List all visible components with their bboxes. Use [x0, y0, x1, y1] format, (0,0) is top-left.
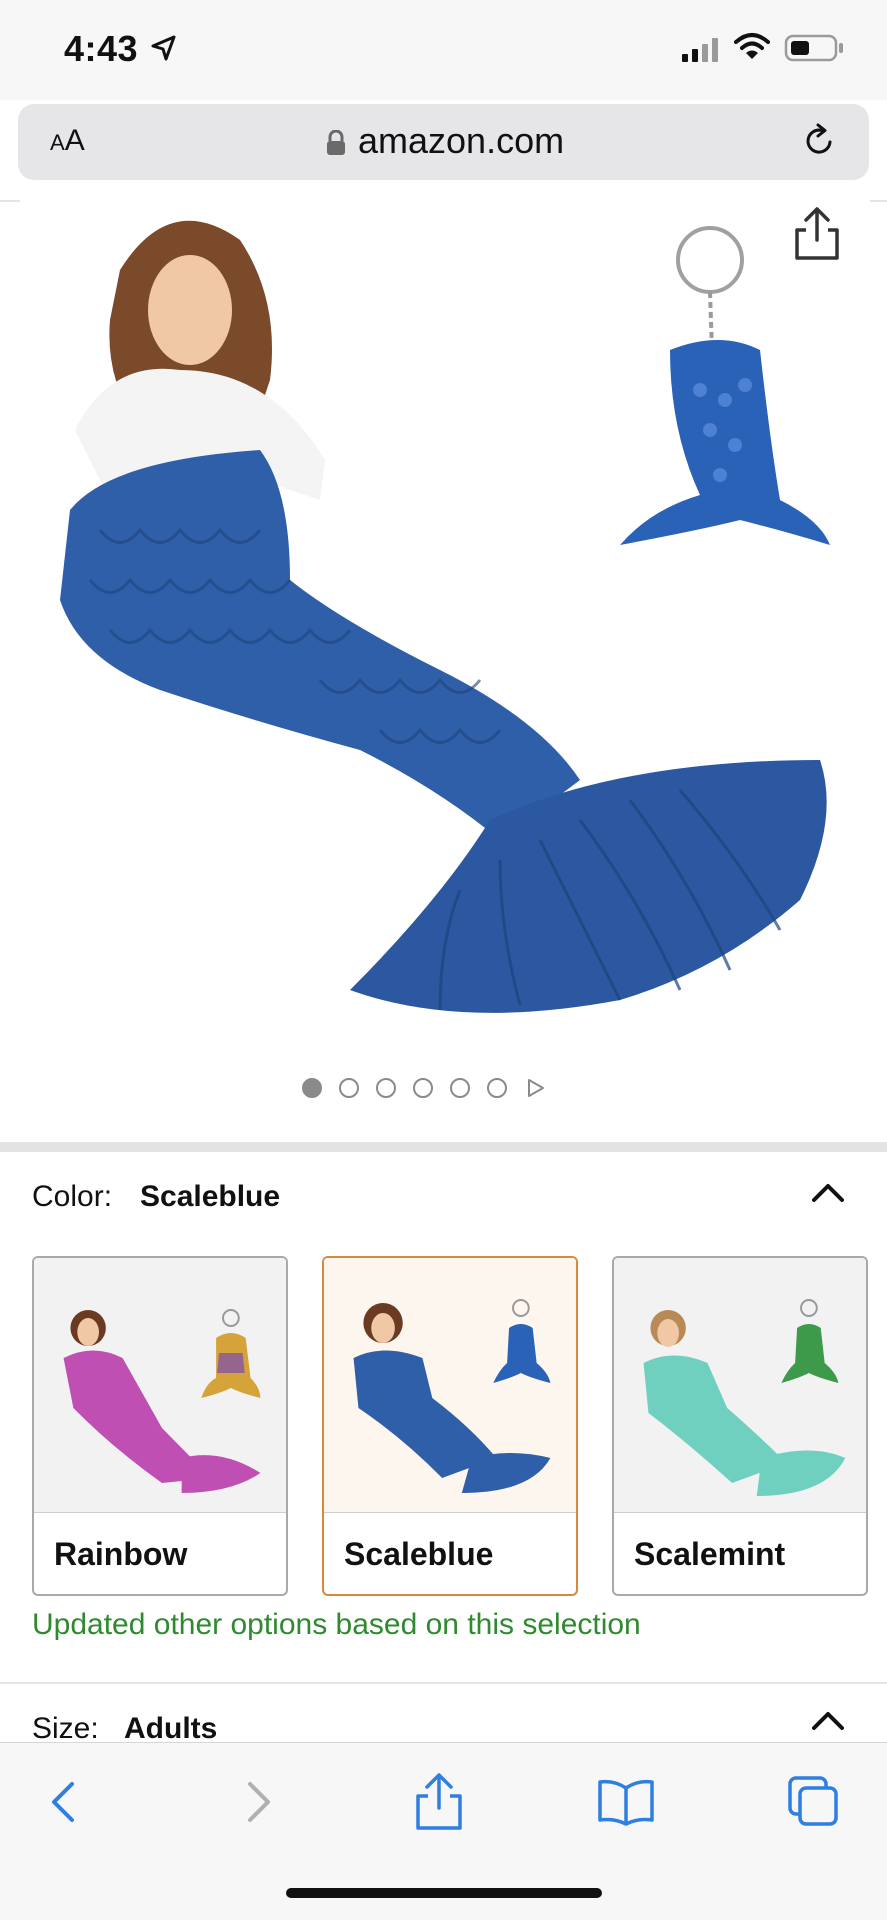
color-option-scaleblue[interactable]: Scaleblue	[322, 1256, 578, 1596]
color-option-label: Scaleblue	[344, 1536, 494, 1572]
divider	[0, 1682, 887, 1684]
video-play-icon[interactable]	[524, 1077, 546, 1099]
back-icon[interactable]	[40, 1774, 90, 1830]
home-indicator	[286, 1888, 602, 1898]
bookmarks-icon[interactable]	[596, 1778, 656, 1826]
tabs-icon[interactable]	[786, 1774, 842, 1830]
text-size-small: A	[50, 130, 65, 155]
swatch-divider	[34, 1512, 286, 1513]
text-size-large: A	[64, 124, 85, 157]
size-label: Size:	[32, 1712, 99, 1745]
color-option-label: Scalemint	[634, 1536, 786, 1572]
carousel-dot[interactable]	[487, 1078, 507, 1098]
color-option-label: Rainbow	[54, 1536, 188, 1572]
signal-icon	[682, 38, 718, 62]
color-option-scalemint[interactable]: Scalemint	[612, 1256, 868, 1596]
share-icon[interactable]	[792, 206, 842, 262]
rainbow-thumbnail-image	[34, 1258, 286, 1512]
chevron-up-icon[interactable]	[808, 1706, 848, 1736]
status-time: 4:43	[64, 28, 139, 69]
swatch-divider	[614, 1512, 866, 1513]
color-label: Color:	[32, 1180, 113, 1213]
carousel-dot[interactable]	[450, 1078, 470, 1098]
swatch-divider	[324, 1512, 576, 1513]
carousel-dot[interactable]	[302, 1078, 322, 1098]
selection-update-note: Updated other options based on this sele…	[32, 1608, 641, 1641]
reload-icon[interactable]	[800, 122, 838, 160]
carousel-dot[interactable]	[376, 1078, 396, 1098]
lock-icon	[327, 130, 345, 155]
share-icon[interactable]	[412, 1772, 466, 1832]
text-size-button[interactable]: AA	[50, 124, 85, 158]
carousel-dots[interactable]	[302, 1076, 546, 1100]
size-selected-value: Adults	[124, 1712, 218, 1745]
location-arrow-icon	[151, 35, 176, 61]
battery-icon	[784, 34, 843, 62]
mermaid-blanket-image[interactable]	[20, 200, 870, 1050]
color-selected-value: Scaleblue	[140, 1180, 281, 1213]
section-separator	[0, 1142, 887, 1152]
carousel-dot[interactable]	[413, 1078, 433, 1098]
chevron-up-icon[interactable]	[808, 1178, 848, 1208]
forward-icon[interactable]	[232, 1774, 282, 1830]
scalemint-thumbnail-image	[614, 1258, 866, 1512]
carousel-dot[interactable]	[339, 1078, 359, 1098]
wifi-icon	[734, 33, 770, 59]
color-option-rainbow[interactable]: Rainbow	[32, 1256, 288, 1596]
scaleblue-thumbnail-image	[324, 1258, 576, 1512]
url-text[interactable]: amazon.com	[358, 120, 564, 162]
